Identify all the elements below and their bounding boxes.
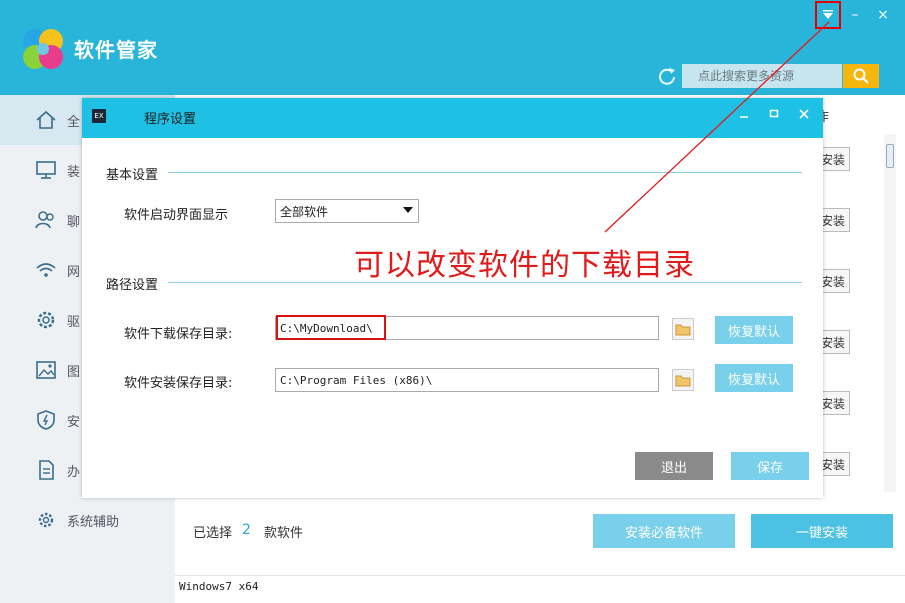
sidebar-item-label: 聊	[67, 214, 81, 230]
save-button[interactable]: 保存	[731, 452, 809, 480]
menu-dropdown-button[interactable]	[815, 1, 841, 29]
sidebar-item-label: 系统辅助	[67, 514, 120, 530]
app-window: 软件管家 – × 点此搜索更多资源 全 装 聊 网 驱 图 安 办 系统辅助 安…	[0, 0, 905, 603]
sidebar-item-label: 图	[67, 364, 81, 380]
minimize-icon	[740, 116, 748, 118]
install-dir-field[interactable]: C:\Program Files (x86)\	[275, 368, 659, 392]
search-input[interactable]	[682, 64, 842, 88]
dialog-title: 程序设置	[144, 112, 197, 127]
dialog-minimize-button[interactable]	[731, 104, 757, 124]
chevron-down-icon	[403, 207, 413, 213]
settings-icon	[34, 508, 58, 532]
browse-install-button[interactable]	[672, 369, 694, 391]
one-click-install-button[interactable]: 一键安装	[751, 514, 893, 548]
sidebar-item-system-tools[interactable]: 系统辅助	[0, 495, 175, 545]
download-dir-label: 软件下载保存目录:	[124, 327, 233, 342]
dialog-close-button[interactable]	[791, 104, 817, 124]
exit-button[interactable]: 退出	[635, 452, 713, 480]
selected-count: 2	[242, 522, 251, 538]
install-essentials-button[interactable]: 安装必备软件	[593, 514, 735, 548]
app-title: 软件管家	[74, 38, 158, 62]
gear-icon	[34, 308, 58, 332]
sidebar-item-label: 驱	[67, 314, 81, 330]
scrollbar[interactable]	[884, 134, 896, 492]
chevron-down-icon	[823, 10, 833, 19]
search-button[interactable]	[843, 64, 879, 88]
wifi-icon	[34, 258, 58, 282]
settings-dialog: EX 程序设置 基本设置 软件启动界面显示 全部软件 路径设置 软件下载保存目录…	[82, 98, 823, 498]
close-button[interactable]: ×	[869, 1, 897, 29]
shield-icon	[34, 408, 58, 432]
install-dir-label: 软件安装保存目录:	[124, 376, 233, 391]
home-icon	[34, 108, 58, 132]
image-icon	[34, 358, 58, 382]
browse-download-button[interactable]	[672, 318, 694, 340]
sidebar-item-label: 全	[67, 114, 81, 130]
folder-icon	[675, 324, 691, 336]
document-icon	[34, 458, 58, 482]
monitor-icon	[34, 158, 58, 182]
search-icon	[853, 68, 869, 84]
install-dir-value: C:\Program Files (x86)\	[280, 373, 433, 387]
os-version-label: Windows7 x64	[179, 580, 259, 593]
startup-label: 软件启动界面显示	[124, 208, 229, 223]
dialog-maximize-button[interactable]	[761, 104, 787, 124]
sidebar-item-label: 办	[67, 464, 81, 480]
maximize-icon	[769, 109, 779, 118]
refresh-icon[interactable]	[656, 66, 678, 88]
close-icon	[799, 109, 809, 119]
selected-label: 已选择	[193, 526, 233, 541]
folder-icon	[675, 375, 691, 387]
startup-select-value: 全部软件	[280, 204, 329, 219]
highlight-box	[276, 315, 386, 340]
logo-icon	[23, 29, 63, 69]
close-icon: ×	[877, 7, 889, 23]
minimize-icon: –	[851, 7, 859, 23]
section-title-basic: 基本设置	[106, 168, 159, 183]
section-title-path: 路径设置	[106, 278, 159, 293]
sidebar-item-label: 装	[67, 164, 81, 180]
minimize-button[interactable]: –	[841, 1, 869, 29]
annotation-text: 可以改变软件的下载目录	[354, 248, 695, 283]
status-bar	[175, 575, 905, 603]
selected-unit: 款软件	[264, 526, 304, 541]
app-icon: EX	[92, 109, 106, 123]
sidebar-item-label: 安	[67, 414, 81, 430]
dialog-controls	[731, 104, 817, 124]
startup-select[interactable]: 全部软件	[275, 199, 419, 223]
sidebar-item-label: 网	[67, 264, 81, 280]
restore-default-download-button[interactable]: 恢复默认	[715, 316, 793, 344]
section-divider	[168, 172, 802, 173]
users-icon	[34, 208, 58, 232]
scrollbar-thumb[interactable]	[886, 144, 894, 168]
dialog-titlebar[interactable]: EX 程序设置	[82, 98, 823, 138]
header-bar: 软件管家 – ×	[0, 0, 905, 95]
window-controls: – ×	[815, 0, 897, 30]
restore-default-install-button[interactable]: 恢复默认	[715, 364, 793, 392]
